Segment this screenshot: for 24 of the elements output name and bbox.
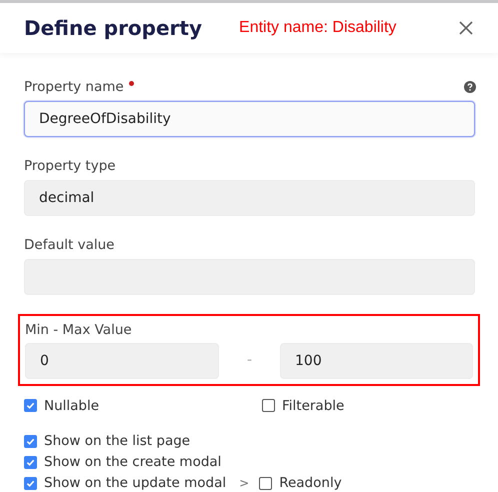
field-label: Property type [24, 156, 116, 176]
checkbox[interactable] [24, 456, 37, 468]
range-separator: - [246, 351, 254, 370]
max-value-field[interactable]: 100 [280, 342, 473, 379]
checkbox[interactable] [262, 399, 275, 412]
checkbox[interactable] [24, 399, 37, 412]
checkbox[interactable] [24, 476, 37, 490]
min-value-field[interactable]: 0 [25, 342, 219, 379]
checkbox-label: Show on the list page [44, 432, 190, 451]
checkbox[interactable] [259, 476, 272, 490]
checkbox-label: Show on the update modal [44, 474, 226, 492]
field-label: Property name [24, 78, 124, 97]
entity-name: Entity name: Disability [239, 18, 396, 38]
modal-title: Define property [24, 15, 202, 42]
checkbox-label: Nullable [44, 396, 100, 416]
checkbox-label: Filterable [282, 396, 344, 416]
text-field[interactable]: DegreeOfDisability [24, 100, 475, 137]
arrow-glyph: > [239, 475, 250, 492]
checkbox-label: Show on the create modal [44, 452, 222, 472]
field-label: Min - Max Value [25, 320, 133, 340]
help-icon[interactable] [464, 80, 476, 93]
checkbox-label: Readonly [279, 474, 342, 492]
field-label: Default value [24, 236, 114, 255]
checkbox[interactable] [24, 434, 37, 448]
